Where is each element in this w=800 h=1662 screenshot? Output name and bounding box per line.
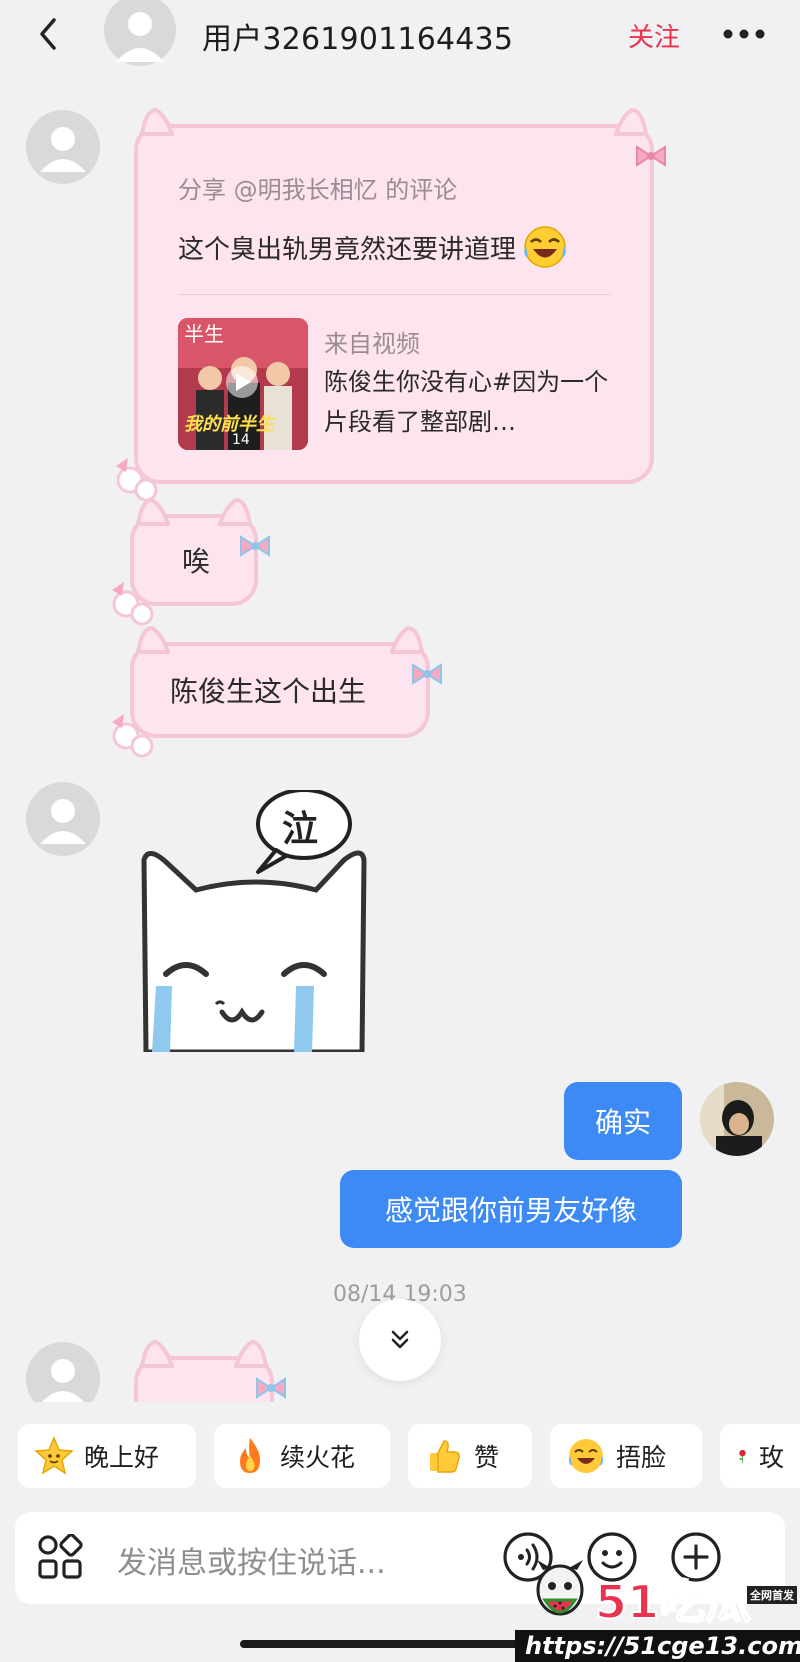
message-input[interactable]: 发消息或按住说话...	[117, 1538, 386, 1582]
thumb-caption: 我的前半生	[184, 414, 274, 435]
scroll-to-bottom-button[interactable]	[359, 1299, 441, 1381]
cat-ear-right-icon	[234, 1340, 268, 1368]
from-video-label: 来自视频	[324, 330, 420, 358]
my-message-bubble[interactable]: 感觉跟你前男友好像	[340, 1170, 682, 1248]
back-arrow-icon[interactable]	[30, 14, 70, 54]
my-message-bubble[interactable]: 确实	[564, 1082, 682, 1160]
blue-bow-icon	[412, 663, 442, 685]
pink-bow-icon	[636, 145, 666, 167]
quick-reply-bar: 晚上好 续火花 赞 捂脸 玫	[0, 1402, 800, 1498]
watermark: 51吃瓜 全网首发 https://51cge13.com	[515, 1560, 800, 1662]
shared-comment-card[interactable]: 分享 @明我长相忆 的评论 这个臭出轨男竟然还要讲道理 半生 我的前半生 14	[116, 108, 666, 502]
my-avatar[interactable]	[700, 1082, 774, 1156]
watermelon-mascot-logo	[536, 1560, 584, 1616]
thumbs-up-icon	[430, 1440, 460, 1473]
quick-reply-label: 捂脸	[616, 1443, 667, 1472]
contact-name: 用户3261901164435	[202, 22, 514, 57]
quick-reply-chip[interactable]: 晚上好	[18, 1424, 196, 1488]
card-divider	[178, 294, 610, 295]
chat-header: 用户3261901164435 关注	[0, 0, 800, 70]
crying-cat-sticker[interactable]: 泣	[126, 788, 386, 1055]
cat-paw-icon	[112, 582, 154, 626]
cat-paw-icon	[112, 714, 154, 758]
quick-reply-chip[interactable]: 赞	[408, 1424, 532, 1488]
thumb-number: 14	[232, 432, 250, 448]
watermark-tag: 全网首发	[747, 1586, 797, 1604]
shared-comment-text: 这个臭出轨男竟然还要讲道理	[178, 224, 568, 270]
message-text: 唉	[182, 545, 211, 578]
cat-ear-right-icon	[390, 626, 424, 654]
double-chevron-down-icon	[391, 1330, 409, 1349]
cat-paw-icon	[116, 458, 158, 502]
quick-reply-label: 晚上好	[84, 1443, 160, 1472]
comment-text: 这个臭出轨男竟然还要讲道理	[178, 234, 517, 265]
home-indicator	[240, 1640, 560, 1648]
quick-reply-label: 续火花	[280, 1443, 356, 1472]
watermark-brand: 51吃瓜	[594, 1574, 752, 1630]
message-bubble[interactable]: 唉	[112, 498, 270, 626]
message-text: 陈俊生这个出生	[170, 675, 367, 708]
star-face-icon	[34, 1436, 74, 1475]
cat-ear-right-icon	[218, 498, 252, 526]
video-title: 陈俊生你没有心#因为一个片段看了整部剧…	[324, 368, 609, 436]
watermark-url: https://51cge13.com	[515, 1630, 800, 1662]
cat-ear-left-icon	[136, 498, 170, 526]
blue-bow-icon	[240, 535, 270, 557]
laughing-crying-emoji-icon	[524, 226, 566, 268]
apps-grid-icon[interactable]	[37, 1534, 83, 1580]
cat-ear-left-icon	[140, 1340, 174, 1368]
quick-reply-chip[interactable]: 捂脸	[550, 1424, 702, 1488]
thumb-top-text: 半生	[184, 322, 224, 346]
facepalm-icon	[568, 1439, 604, 1473]
more-options-icon[interactable]	[720, 22, 768, 46]
sticker-text: 泣	[282, 809, 319, 850]
quick-reply-label: 玫	[758, 1443, 784, 1472]
contact-avatar[interactable]	[104, 0, 176, 68]
sender-avatar[interactable]	[26, 782, 100, 856]
fire-icon	[240, 1438, 260, 1473]
message-bubble[interactable]: 陈俊生这个出生	[112, 626, 442, 758]
quick-reply-chip[interactable]: 玫	[720, 1424, 800, 1488]
cat-ear-left-icon	[140, 108, 174, 136]
rose-icon	[739, 1449, 746, 1463]
cat-ear-left-icon	[136, 626, 170, 654]
crying-cat-image	[141, 788, 367, 1055]
blue-bow-icon	[256, 1377, 286, 1399]
cat-ear-right-icon	[614, 108, 648, 136]
sender-avatar[interactable]	[26, 110, 100, 184]
video-thumbnail[interactable]: 半生 我的前半生 14	[178, 318, 308, 450]
follow-button[interactable]: 关注	[628, 17, 680, 54]
quick-reply-chip[interactable]: 续火花	[214, 1424, 390, 1488]
share-label: 分享 @明我长相忆 的评论	[178, 176, 458, 204]
quick-reply-label: 赞	[474, 1443, 500, 1472]
